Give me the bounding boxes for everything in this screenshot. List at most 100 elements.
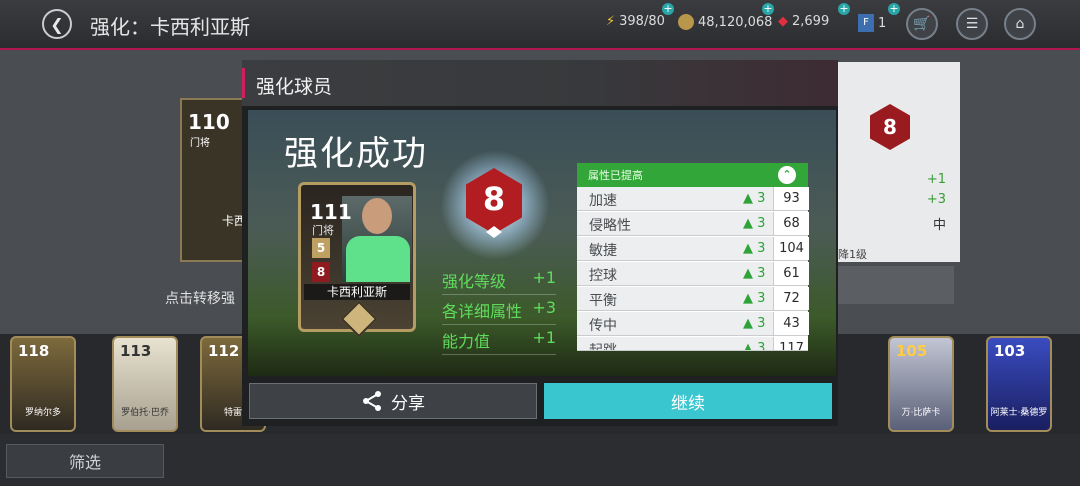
attribute-row: 平衡 ▲ 3 72 (577, 287, 809, 311)
share-label: 分享 (391, 393, 425, 414)
lightning-icon: ⚡ (606, 14, 616, 29)
carousel-card-name: 阿莱士·桑德罗 (990, 408, 1048, 418)
attribute-row: 控球 ▲ 3 61 (577, 262, 809, 286)
cart-icon: 🛒 (913, 16, 931, 32)
player-rank-shield: 5 (312, 238, 330, 258)
carousel-card-rating: 118 (18, 342, 50, 360)
attribute-name: 侵略性 (589, 218, 631, 234)
stat-value: +1 (532, 268, 556, 287)
stat-label: 各详细属性 (442, 302, 523, 321)
player-level-shield: 8 (312, 262, 330, 282)
bg-action-band (836, 266, 954, 304)
attribute-increase: ▲ 3 (743, 241, 766, 256)
stat-value: +1 (532, 328, 556, 347)
player-shirt (346, 236, 410, 282)
bg-card-rating: 110 (188, 110, 230, 134)
carousel-card-rating: 112 (208, 342, 240, 360)
stat-value: +3 (532, 298, 556, 317)
carousel-card-name: 罗纳尔多 (24, 408, 61, 418)
attribute-row: 侵略性 ▲ 3 68 (577, 212, 809, 236)
energy-value: 398/80 (619, 14, 665, 29)
gems-value: 2,699 (792, 14, 830, 29)
attribute-row: 起跳 ▲ 3 117 (577, 337, 808, 351)
attribute-increase: ▲ 3 (743, 266, 766, 281)
attribute-row: 传中 ▲ 3 43 (577, 312, 809, 336)
add-gems-button[interactable]: + (838, 3, 850, 15)
energy-counter: ⚡ 398/80 (606, 14, 665, 29)
attribute-row: 加速 ▲ 3 93 (577, 187, 809, 211)
attribute-name: 加速 (589, 193, 617, 209)
stat-label: 强化等级 (442, 272, 507, 291)
player-card-rating: 111 (310, 200, 352, 224)
bg-stat-1: +1 (926, 172, 946, 187)
attribute-name: 控球 (589, 268, 617, 284)
carousel-card-rating: 105 (896, 342, 928, 360)
attribute-increase: ▲ 3 (743, 216, 766, 231)
attribute-value: 72 (773, 287, 809, 310)
filter-button[interactable]: 筛选 (6, 444, 164, 478)
add-energy-button[interactable]: + (662, 3, 674, 15)
bg-stat-3: 中 (932, 218, 946, 233)
attribute-row: 敏捷 ▲ 3 104 (577, 237, 809, 261)
gem-icon: ◆ (778, 14, 788, 29)
attribute-value: 117 (773, 337, 808, 350)
attribute-value: 61 (773, 262, 809, 285)
attribute-name: 平衡 (589, 293, 617, 309)
attribute-name: 起跳 (589, 343, 617, 351)
checklist-icon: ☰ (965, 16, 979, 32)
attribute-value: 43 (773, 312, 809, 335)
home-button[interactable]: ⌂ (1004, 8, 1036, 40)
back-button[interactable]: ❮ (42, 9, 72, 39)
carousel-card[interactable]: 113 罗伯托·巴乔 (112, 336, 178, 432)
attribute-value: 104 (773, 237, 809, 260)
attribute-value: 68 (773, 212, 809, 235)
bg-card-position: 门将 (190, 138, 210, 149)
store-button[interactable]: 🛒 (906, 8, 938, 40)
add-coins-button[interactable]: + (762, 3, 774, 15)
carousel-card-rating: 103 (994, 342, 1026, 360)
attribute-name: 传中 (589, 318, 617, 334)
carousel-card[interactable]: 118 罗纳尔多 (10, 336, 76, 432)
attribute-increase: ▲ 3 (743, 191, 766, 206)
gems-counter: ◆ 2,699 (778, 14, 829, 29)
stat-label: 能力值 (442, 332, 491, 351)
attribute-increase: ▲ 3 (743, 316, 766, 331)
coin-icon (678, 14, 694, 30)
attribute-value: 93 (773, 187, 809, 210)
carousel-card-name: 罗伯托·巴乔 (121, 408, 169, 418)
player-head (362, 198, 392, 234)
fifa-points-value: 1 (878, 15, 887, 31)
attribute-table-title: 属性已提高 (588, 169, 643, 182)
home-icon: ⌂ (1015, 16, 1025, 32)
bg-downgrade-note: 降1级 (838, 248, 867, 261)
page-title: 强化：卡西利亚斯 (90, 15, 250, 39)
add-fifa-points-button[interactable]: + (888, 3, 900, 15)
upgrade-success-title: 强化成功 (284, 134, 428, 174)
upgrade-level-stat: 强化等级 +1 (442, 268, 556, 295)
modal-header-accent (242, 68, 245, 98)
transfer-hint-text: 点击转移强 (165, 291, 235, 307)
carousel-card-rating: 113 (120, 342, 152, 360)
collapse-chevron-icon[interactable]: ⌃ (778, 166, 796, 184)
carousel-card-name: 万·比萨卡 (901, 408, 941, 418)
attribute-increase: ▲ 3 (743, 291, 766, 306)
coins-value: 48,120,068 (698, 14, 773, 30)
ability-value-stat: 能力值 +1 (442, 328, 556, 355)
bg-stat-2: +3 (926, 192, 946, 207)
coins-counter: 48,120,068 (678, 14, 772, 30)
chevron-left-icon: ❮ (50, 14, 64, 34)
player-card-name: 卡西利亚斯 (304, 284, 410, 300)
modal-title: 强化球员 (256, 76, 333, 98)
fifa-points-counter: F 1 (858, 14, 886, 32)
detail-attributes-stat: 各详细属性 +3 (442, 298, 556, 325)
attribute-increase: ▲ 3 (743, 341, 766, 351)
share-button[interactable]: 分享 (249, 383, 537, 419)
carousel-card[interactable]: 105 万·比萨卡 (888, 336, 954, 432)
player-card-position: 门将 (312, 224, 334, 237)
continue-button[interactable]: 继续 (544, 383, 832, 419)
tasks-button[interactable]: ☰ (956, 8, 988, 40)
carousel-card[interactable]: 103 阿莱士·桑德罗 (986, 336, 1052, 432)
attribute-name: 敏捷 (589, 243, 617, 259)
background-player-card: 110 门将 卡西 (180, 98, 246, 262)
fifa-points-icon: F (858, 14, 874, 32)
